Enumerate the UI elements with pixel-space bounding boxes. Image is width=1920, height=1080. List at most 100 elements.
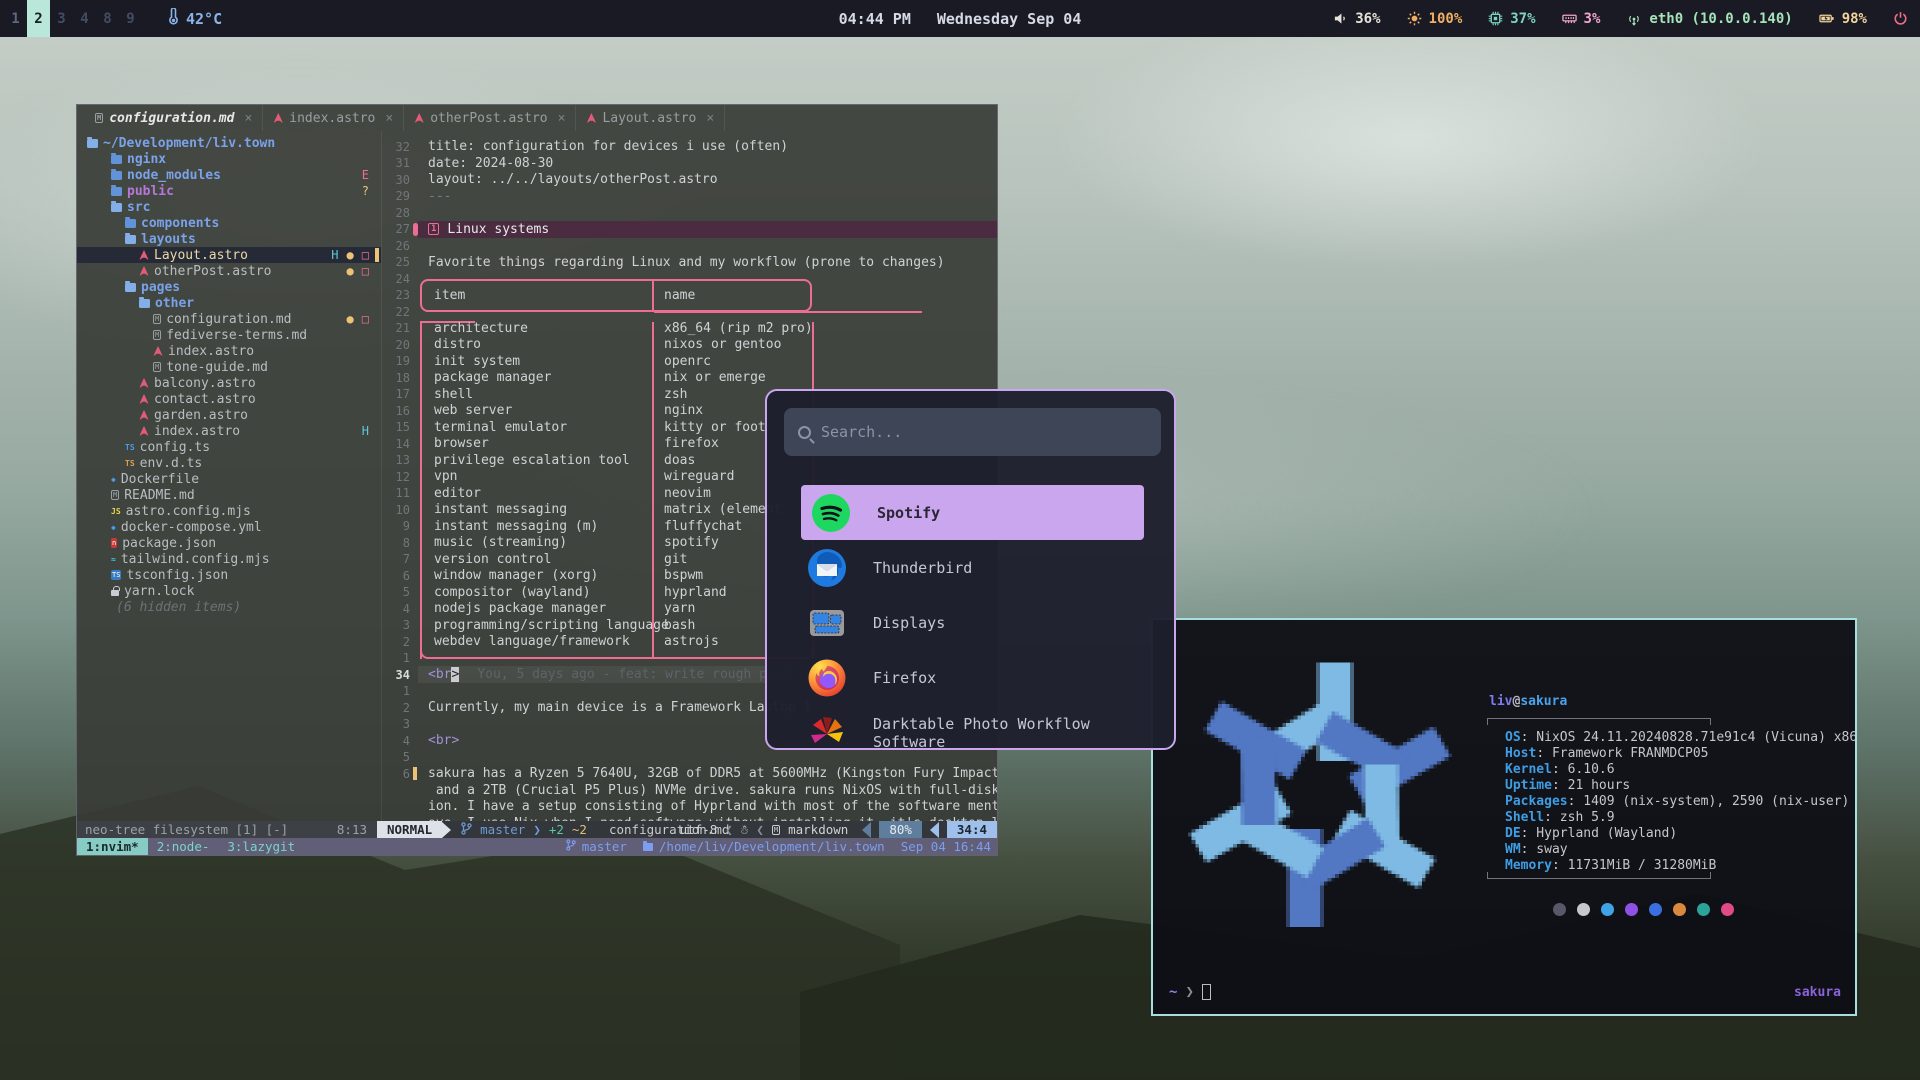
tree-item-README.md[interactable]: MREADME.md	[77, 487, 381, 503]
tree-item--6-hidden-items-[interactable]: (6 hidden items)	[77, 599, 381, 615]
fetch-info-label: WM	[1505, 842, 1521, 857]
tree-item-yarn.lock[interactable]: yarn.lock	[77, 583, 381, 599]
tab-configuration.md[interactable]: Mconfiguration.md×	[85, 105, 263, 131]
tree-item-public[interactable]: public?	[77, 183, 381, 199]
launcher-item-label: Firefox	[873, 669, 936, 687]
tree-item-label: tsconfig.json	[126, 568, 228, 583]
launcher-item-spotify[interactable]: Spotify	[801, 485, 1144, 540]
line-number: 21	[382, 321, 410, 335]
tree-item-Layout.astro[interactable]: Layout.astroH●□	[77, 247, 381, 263]
module-network[interactable]: eth0 (10.0.0.140)	[1626, 11, 1792, 27]
tree-item-nginx[interactable]: nginx	[77, 151, 381, 167]
launcher-item-darktable-photo-workflow-software[interactable]: Darktable Photo Workflow Software	[797, 705, 1148, 750]
tree-item-tone-guide.md[interactable]: Mtone-guide.md	[77, 359, 381, 375]
tree-item-astro.config.mjs[interactable]: JSastro.config.mjs	[77, 503, 381, 519]
tab-Layout.astro[interactable]: Layout.astro×	[576, 105, 725, 131]
sign-column	[410, 221, 422, 238]
sign-column	[410, 204, 422, 221]
module-memory-value: 3%	[1584, 11, 1601, 27]
tree-item-tailwind.config.mjs[interactable]: ≈tailwind.config.mjs	[77, 551, 381, 567]
close-icon[interactable]: ×	[385, 111, 393, 126]
git-status-mark: □	[362, 264, 369, 278]
module-brightness[interactable]: 100%	[1407, 11, 1463, 27]
table-cell: item	[422, 288, 652, 303]
tree-item-garden.astro[interactable]: garden.astro	[77, 407, 381, 423]
line-number: 16	[382, 404, 410, 418]
git-status-mark: H	[331, 248, 338, 262]
close-icon[interactable]: ×	[244, 111, 252, 126]
line-text: layout: ../../layouts/otherPost.astro	[428, 172, 718, 187]
git-status-mark: H	[362, 424, 369, 438]
launcher-search[interactable]	[784, 408, 1161, 456]
palette-dot	[1649, 903, 1662, 916]
astro-icon	[414, 113, 424, 123]
tree-item-contact.astro[interactable]: contact.astro	[77, 391, 381, 407]
table-cell: bspwm	[652, 568, 703, 583]
tree-status-label: neo-tree filesystem [1] [-]	[85, 822, 288, 837]
tree-item-label: README.md	[124, 488, 194, 503]
module-power[interactable]	[1893, 11, 1908, 26]
line-number: 32	[382, 140, 410, 154]
sign-column	[410, 716, 422, 733]
workspace-button-9[interactable]: 9	[119, 0, 142, 37]
launcher-item-firefox[interactable]: Firefox	[797, 650, 1148, 705]
search-input[interactable]	[821, 423, 1121, 441]
tmux-window-1:nvim*[interactable]: 1:nvim*	[77, 838, 148, 855]
launcher-item-label: Spotify	[877, 504, 940, 522]
workspace-button-3[interactable]: 3	[50, 0, 73, 37]
tree-item-index.astro[interactable]: index.astro	[77, 343, 381, 359]
close-icon[interactable]: ×	[706, 111, 714, 126]
tmux-window-2:node-[interactable]: 2:node-	[148, 838, 219, 855]
tree-item-other[interactable]: other	[77, 295, 381, 311]
tree-item-package.json[interactable]: npackage.json	[77, 535, 381, 551]
launcher-item-thunderbird[interactable]: Thunderbird	[797, 540, 1148, 595]
tree-item-config.ts[interactable]: TSconfig.ts	[77, 439, 381, 455]
tree-item-pages[interactable]: pages	[77, 279, 381, 295]
line-number: 7	[382, 552, 410, 566]
temperature-module[interactable]: 42°C	[168, 8, 222, 29]
powerline-separator: ❯	[533, 822, 541, 837]
tmux-path-segment: /home/liv/Development/liv.town	[643, 839, 885, 854]
tree-item-configuration.md[interactable]: Mconfiguration.md●□	[77, 311, 381, 327]
module-volume[interactable]: 36%	[1333, 11, 1380, 27]
table-cell: spotify	[652, 535, 719, 550]
line-number: 1	[382, 651, 410, 665]
workspace-button-4[interactable]: 4	[73, 0, 96, 37]
tree-item-docker-compose.yml[interactable]: ◆docker-compose.yml	[77, 519, 381, 535]
tree-item-otherPost.astro[interactable]: otherPost.astro●□	[77, 263, 381, 279]
line-number: 4	[382, 602, 410, 616]
editor-line: 21architecturex86_64 (rip m2 pro)	[382, 320, 997, 337]
tree-item-components[interactable]: components	[77, 215, 381, 231]
tree-item-balcony.astro[interactable]: balcony.astro	[77, 375, 381, 391]
workspace-button-8[interactable]: 8	[96, 0, 119, 37]
tree-item-fediverse-terms.md[interactable]: Mfediverse-terms.md	[77, 327, 381, 343]
shell-prompt[interactable]: ~ ❯	[1169, 984, 1211, 1000]
line-number: 17	[382, 387, 410, 401]
tab-index.astro[interactable]: index.astro×	[263, 105, 404, 131]
tree-item-~-Development-liv.town[interactable]: ~/Development/liv.town	[77, 135, 381, 151]
workspace-button-1[interactable]: 1	[4, 0, 27, 37]
module-cpu[interactable]: 37%	[1488, 11, 1535, 27]
system-modules: 36% 100% 37% 3% eth0 (10.0.0.140) 98%	[1333, 11, 1908, 27]
tree-item-env.d.ts[interactable]: TSenv.d.ts	[77, 455, 381, 471]
tree-item-Dockerfile[interactable]: ◆Dockerfile	[77, 471, 381, 487]
module-memory[interactable]: 3%	[1562, 11, 1601, 27]
workspace-button-2[interactable]: 2	[27, 0, 50, 37]
tree-item-tsconfig.json[interactable]: TStsconfig.json	[77, 567, 381, 583]
tree-item-src[interactable]: src	[77, 199, 381, 215]
launcher-item-displays[interactable]: Displays	[797, 595, 1148, 650]
git-status-mark: ●	[347, 312, 354, 326]
terminal-window-fastfetch[interactable]: liv@sakura OS: NixOS 24.11.20240828.71e9…	[1151, 618, 1857, 1016]
tab-otherPost.astro[interactable]: otherPost.astro×	[404, 105, 576, 131]
close-icon[interactable]: ×	[558, 111, 566, 126]
fetch-info-kernel: Kernel: 6.10.6	[1505, 762, 1615, 778]
module-battery[interactable]: 98%	[1819, 11, 1867, 27]
tree-item-label: garden.astro	[154, 408, 248, 423]
tree-item-index.astro[interactable]: index.astroH	[77, 423, 381, 439]
mode-indicator: NORMAL	[377, 821, 442, 838]
sign-column	[410, 534, 422, 551]
tree-item-node-modules[interactable]: node_modulesE	[77, 167, 381, 183]
tree-item-layouts[interactable]: layouts	[77, 231, 381, 247]
tmux-window-3:lazygit[interactable]: 3:lazygit	[218, 838, 304, 855]
sign-column	[410, 155, 422, 172]
